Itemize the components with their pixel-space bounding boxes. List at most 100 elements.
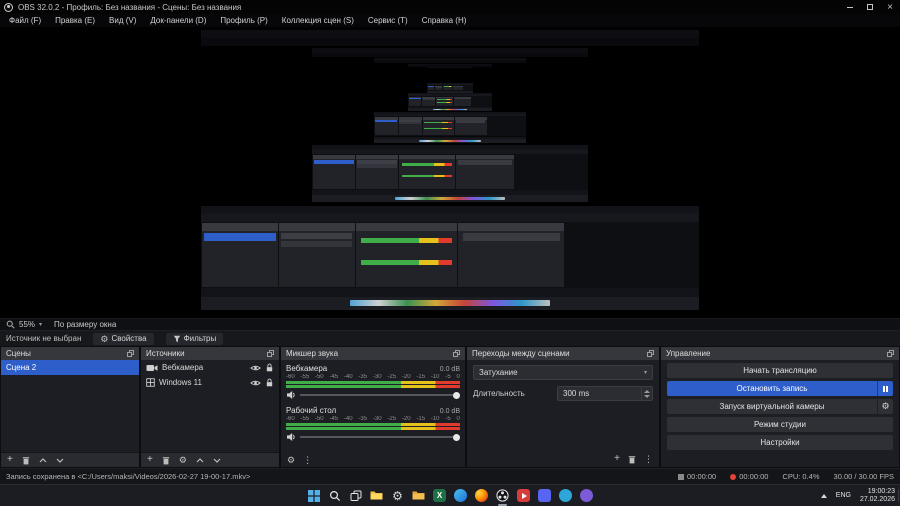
- zoom-level[interactable]: 55%: [19, 320, 35, 329]
- speaker-icon[interactable]: [286, 390, 296, 400]
- volume-slider[interactable]: [300, 431, 460, 443]
- duration-spinbox[interactable]: 300 ms: [557, 386, 653, 401]
- chevron-down-icon[interactable]: ▾: [39, 321, 42, 328]
- lock-icon[interactable]: [265, 378, 274, 387]
- menu-help[interactable]: Справка (H): [415, 14, 474, 27]
- sources-dock-title: Источники: [146, 349, 185, 358]
- source-item-webcam[interactable]: Вебкамера: [141, 360, 279, 375]
- remove-source-icon[interactable]: [162, 456, 170, 465]
- filters-button[interactable]: Фильтры: [165, 332, 224, 345]
- excel-icon[interactable]: X: [429, 485, 450, 506]
- cpu-usage: CPU: 0.4%: [782, 472, 820, 481]
- remove-transition-icon[interactable]: [628, 454, 636, 464]
- gear-icon: ⚙: [100, 333, 109, 344]
- clock[interactable]: 19:00:23 27.02.2026: [860, 488, 895, 504]
- tray-chevron-up-icon[interactable]: [820, 493, 827, 498]
- mixer-channels: Вебкамера 0.0 dB -60 -55 -50 -45 -40 -35 -30 -2…: [281, 360, 465, 467]
- menu-scene-collection[interactable]: Коллекция сцен (S): [275, 14, 361, 27]
- channel-level: 0.0 dB: [439, 408, 460, 415]
- move-source-down-icon[interactable]: [213, 458, 221, 463]
- menu-docks[interactable]: Док-панели (D): [143, 14, 213, 27]
- channel-name: Рабочий стол: [286, 406, 337, 415]
- edge-icon[interactable]: [450, 485, 471, 506]
- app-icon-purple[interactable]: [576, 485, 597, 506]
- search-icon[interactable]: [324, 485, 345, 506]
- obs-icon[interactable]: [492, 485, 513, 506]
- fit-to-window-toggle[interactable]: По размеру окна: [54, 320, 116, 329]
- popout-icon[interactable]: [267, 350, 274, 357]
- scenes-toolbar: +: [1, 452, 139, 467]
- scenes-dock-header[interactable]: Сцены: [1, 347, 139, 360]
- menu-profile[interactable]: Профиль (P): [213, 14, 274, 27]
- close-button[interactable]: ×: [880, 0, 900, 14]
- start-virtual-camera-button[interactable]: Запуск виртуальной камеры ⚙: [667, 399, 893, 414]
- popout-icon[interactable]: [127, 350, 134, 357]
- controls-dock: Управление Начать трансляцию Остановить …: [661, 347, 899, 467]
- transitions-dock-header[interactable]: Переходы между сценами: [467, 347, 659, 360]
- menu-file[interactable]: Файл (F): [2, 14, 48, 27]
- mixer-menu-dots-icon[interactable]: ⋮: [303, 455, 312, 465]
- popout-icon[interactable]: [647, 350, 654, 357]
- move-scene-down-icon[interactable]: [56, 458, 64, 463]
- obs-logo-icon: [4, 2, 13, 12]
- preview-area[interactable]: [0, 28, 900, 318]
- start-button[interactable]: [303, 485, 324, 506]
- telegram-icon[interactable]: [555, 485, 576, 506]
- settings-icon[interactable]: ⚙: [387, 485, 408, 506]
- remove-scene-icon[interactable]: [22, 456, 30, 465]
- channel-name: Вебкамера: [286, 364, 328, 373]
- source-item-windows11[interactable]: Windows 11: [141, 375, 279, 390]
- eye-icon[interactable]: [250, 379, 261, 387]
- transition-select[interactable]: Затухание ▾: [473, 365, 653, 380]
- firefox-icon[interactable]: [471, 485, 492, 506]
- pause-recording-button[interactable]: [877, 381, 893, 396]
- advanced-audio-icon[interactable]: ⚙: [287, 455, 295, 465]
- source-toolbar: Источник не выбран ⚙ Свойства Фильтры: [0, 330, 900, 346]
- properties-button[interactable]: ⚙ Свойства: [93, 332, 154, 345]
- virtual-camera-settings-icon[interactable]: ⚙: [877, 399, 893, 414]
- speaker-icon[interactable]: [286, 432, 296, 442]
- source-properties-icon[interactable]: ⚙: [179, 455, 187, 465]
- popout-icon[interactable]: [453, 350, 460, 357]
- status-message: Запись сохранена в <C:/Users/maksi/Video…: [6, 472, 251, 481]
- lock-icon[interactable]: [265, 363, 274, 372]
- folder-icon[interactable]: [408, 485, 429, 506]
- task-view-icon[interactable]: [345, 485, 366, 506]
- minimize-button[interactable]: [840, 0, 860, 14]
- spin-up-icon[interactable]: [644, 389, 650, 393]
- settings-button[interactable]: Настройки: [667, 435, 893, 450]
- scenes-list: Сцена 2: [1, 360, 139, 452]
- discord-icon[interactable]: [534, 485, 555, 506]
- source-status-label: Источник не выбран: [6, 334, 82, 343]
- add-source-icon[interactable]: +: [147, 455, 153, 465]
- move-source-up-icon[interactable]: [196, 457, 204, 463]
- transition-menu-dots-icon[interactable]: ⋮: [644, 454, 653, 464]
- spin-down-icon[interactable]: [644, 394, 650, 398]
- menu-tools[interactable]: Сервис (T): [361, 14, 415, 27]
- start-streaming-button[interactable]: Начать трансляцию: [667, 363, 893, 378]
- stop-recording-button[interactable]: Остановить запись: [667, 381, 893, 396]
- scenes-dock: Сцены Сцена 2 +: [1, 347, 139, 467]
- eye-icon[interactable]: [250, 364, 261, 372]
- add-transition-icon[interactable]: +: [614, 454, 620, 464]
- language-indicator[interactable]: ENG: [836, 492, 851, 499]
- scene-item[interactable]: Сцена 2: [1, 360, 139, 375]
- windows-taskbar: ⚙ X ENG 19:00:23 27.02.2026: [0, 484, 900, 506]
- media-player-icon[interactable]: [513, 485, 534, 506]
- studio-mode-button[interactable]: Режим студии: [667, 417, 893, 432]
- sources-dock-header[interactable]: Источники: [141, 347, 279, 360]
- menu-edit[interactable]: Правка (E): [48, 14, 102, 27]
- maximize-button[interactable]: [860, 0, 880, 14]
- mixer-dock-header[interactable]: Микшер звука: [281, 347, 465, 360]
- camera-icon: [146, 364, 158, 371]
- file-explorer-icon[interactable]: [366, 485, 387, 506]
- controls-dock-header[interactable]: Управление: [661, 347, 899, 360]
- stream-timer: 00:00:00: [678, 472, 716, 481]
- add-scene-icon[interactable]: +: [7, 455, 13, 465]
- menu-view[interactable]: Вид (V): [102, 14, 143, 27]
- move-scene-up-icon[interactable]: [39, 457, 47, 463]
- volume-slider[interactable]: [300, 389, 460, 401]
- popout-icon[interactable]: [887, 350, 894, 357]
- screen-capture-source[interactable]: [201, 30, 699, 310]
- obs-window: OBS 32.0.2 - Профиль: Без названия - Сце…: [0, 0, 900, 506]
